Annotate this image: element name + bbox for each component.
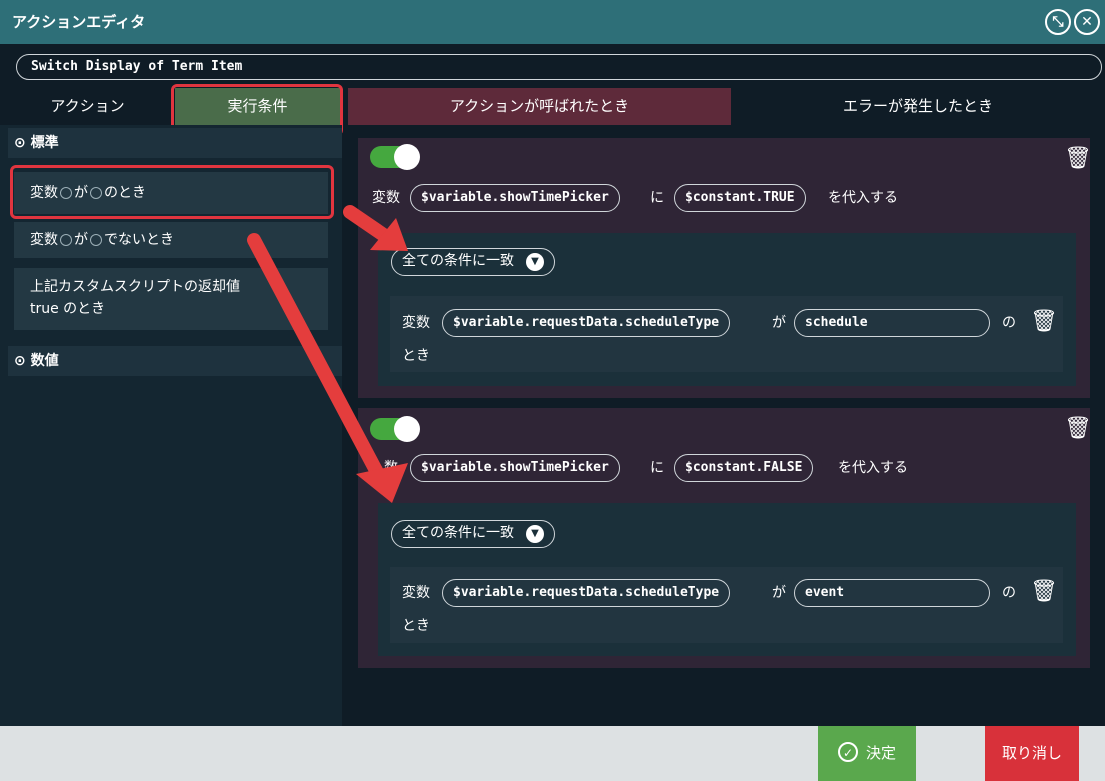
collapse-icon[interactable]: ⤡ — [1045, 9, 1071, 35]
tab-action[interactable]: アクション — [0, 88, 175, 125]
trash-icon[interactable]: 🗑 — [1064, 146, 1092, 172]
value-pill[interactable]: $constant.FALSE — [674, 454, 814, 482]
cancel-button[interactable]: 取り消し — [985, 726, 1079, 781]
placeholder-circle — [90, 234, 102, 246]
close-icon[interactable]: ✕ — [1074, 9, 1100, 35]
condition-tail: とき — [402, 348, 430, 364]
assign-suffix: を代入する — [828, 190, 898, 206]
match-mode-label: 全ての条件に一致 — [402, 525, 514, 541]
trash-icon[interactable]: 🗑 — [1064, 416, 1092, 442]
palette-item-text: 変数 — [30, 232, 58, 248]
ok-label: 決定 — [865, 744, 896, 762]
condition-tail: とき — [402, 618, 430, 634]
condition-variable-pill[interactable]: $variable.requestData.scheduleType — [442, 309, 731, 337]
trash-icon[interactable]: 🗑 — [1030, 579, 1058, 605]
ok-button[interactable]: ✓ 決定 — [818, 726, 916, 781]
value-pill[interactable]: $constant.TRUE — [674, 184, 806, 212]
match-mode-dropdown[interactable]: 全ての条件に一致 ▼ — [391, 248, 555, 276]
window-title: アクションエディタ — [12, 13, 146, 31]
condition-prefix: 変数 — [402, 315, 430, 331]
chevron-right-icon: ⊙ — [14, 353, 26, 369]
condition-suffix: の — [1002, 585, 1016, 601]
palette-item-text: が — [74, 232, 88, 248]
match-mode-label: 全ての条件に一致 — [402, 253, 514, 269]
section-numeric[interactable]: ⊙ 数値 — [8, 346, 342, 376]
tab-on-called[interactable]: アクションが呼ばれたとき — [348, 88, 731, 125]
palette-item-text: 上記カスタムスクリプトの返却値 — [30, 279, 240, 295]
palette-item-not-equals[interactable]: 変数がでないとき — [14, 222, 328, 258]
chevron-down-icon: ⊙ — [14, 135, 26, 151]
condition-value-input[interactable]: event — [794, 579, 990, 607]
trash-icon[interactable]: 🗑 — [1030, 309, 1058, 335]
assign-suffix: を代入する — [838, 460, 908, 476]
condition-prefix: 変数 — [402, 585, 430, 601]
match-mode-dropdown[interactable]: 全ての条件に一致 ▼ — [391, 520, 555, 548]
assign-prefix: 変数 — [372, 190, 400, 206]
assign-prefix: 数 — [384, 460, 398, 476]
footer-bar — [0, 726, 1105, 781]
variable-pill[interactable]: $variable.showTimePicker — [410, 184, 620, 212]
condition-connector: が — [772, 585, 786, 601]
toggle-knob — [394, 416, 420, 442]
condition-variable-pill[interactable]: $variable.requestData.scheduleType — [442, 579, 731, 607]
tab-on-error[interactable]: エラーが発生したとき — [731, 88, 1105, 125]
condition-suffix: の — [1002, 315, 1016, 331]
chevron-down-icon: ▼ — [526, 525, 544, 543]
assign-connector: に — [650, 190, 664, 206]
condition-value-input[interactable]: schedule — [794, 309, 990, 337]
chevron-down-icon: ▼ — [526, 253, 544, 271]
section-numeric-label: 数値 — [30, 353, 59, 369]
highlight-box-item — [10, 165, 334, 219]
variable-pill[interactable]: $variable.showTimePicker — [410, 454, 620, 482]
enable-toggle[interactable] — [370, 144, 420, 170]
palette-item-custom-script[interactable]: 上記カスタムスクリプトの返却値 true のとき — [14, 268, 328, 330]
palette-item-text: true のとき — [30, 301, 106, 317]
check-icon: ✓ — [837, 742, 858, 762]
section-standard-label: 標準 — [30, 135, 59, 151]
title-bar — [0, 0, 1105, 44]
toggle-knob — [394, 144, 420, 170]
enable-toggle[interactable] — [370, 416, 420, 442]
section-standard[interactable]: ⊙ 標準 — [8, 128, 342, 158]
action-name-input[interactable]: Switch Display of Term Item — [16, 54, 1102, 80]
condition-connector: が — [772, 315, 786, 331]
assign-connector: に — [650, 460, 664, 476]
placeholder-circle — [60, 234, 72, 246]
palette-item-text: でないとき — [104, 232, 174, 248]
